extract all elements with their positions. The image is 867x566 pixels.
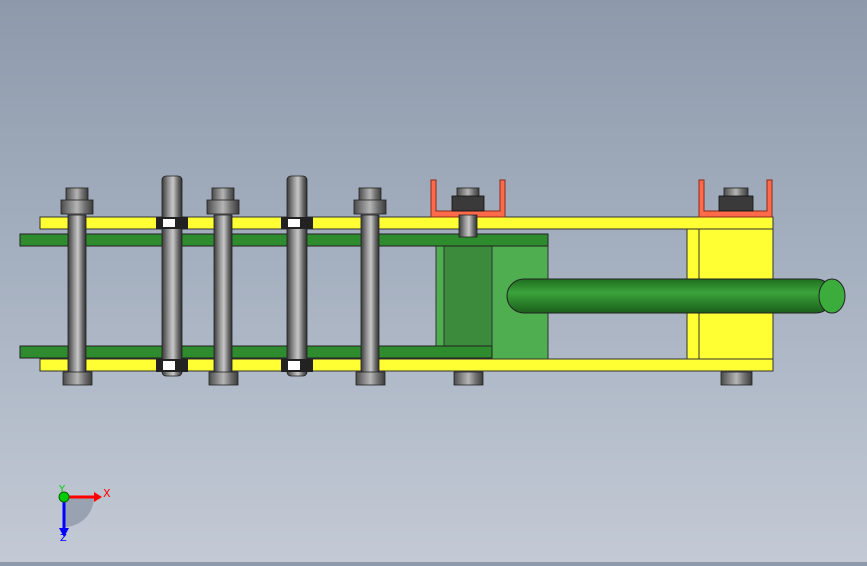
frame-top-bar [39, 216, 774, 230]
frame-bottom-bar [39, 358, 774, 372]
triad-y-label: Y [58, 484, 66, 495]
cad-viewport[interactable]: X Y Z [0, 0, 867, 562]
guide-block-shade [443, 245, 493, 347]
coordinate-triad: X Y Z [58, 484, 111, 544]
plate-bottom [19, 345, 493, 359]
assembly-drawing: X Y Z [19, 175, 846, 544]
push-rod-end [818, 278, 846, 314]
triad-x-label: X [103, 487, 111, 500]
push-rod [506, 278, 834, 314]
triad-z-label: Z [60, 533, 67, 544]
